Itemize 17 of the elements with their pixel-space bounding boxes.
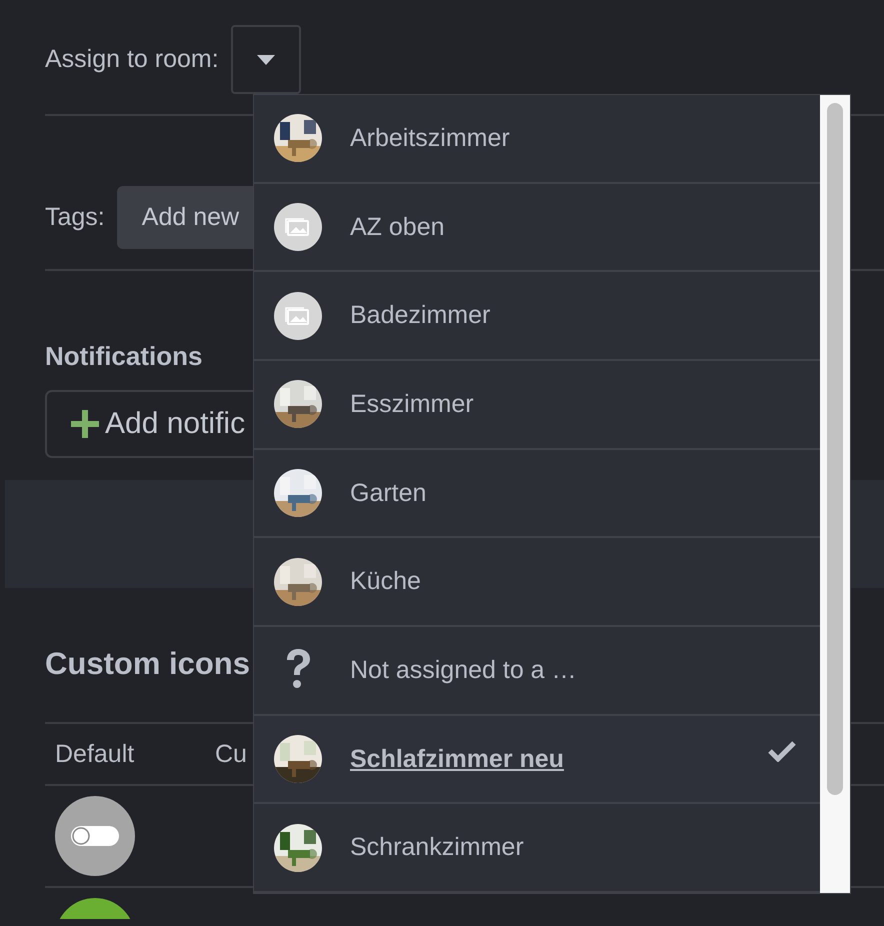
scrollbar[interactable] xyxy=(820,95,850,893)
toggle-icon xyxy=(55,796,135,876)
field-label: Assign to room: xyxy=(45,45,219,74)
check-icon xyxy=(768,740,796,762)
section-title: Custom icons xyxy=(45,646,250,681)
column-header: Cu xyxy=(215,740,247,768)
room-option[interactable]: Garten xyxy=(254,450,820,538)
room-dropdown[interactable] xyxy=(230,25,301,94)
field-label: Tags: xyxy=(45,203,105,232)
image-placeholder-icon xyxy=(274,292,322,340)
scrollbar-thumb[interactable] xyxy=(827,103,843,795)
image-placeholder-icon xyxy=(274,203,322,251)
section-title: Notifications xyxy=(45,341,202,371)
caret-icon xyxy=(256,54,275,64)
room-option[interactable]: AZ oben xyxy=(254,184,820,272)
plus-icon xyxy=(71,410,99,438)
column-header: Default xyxy=(55,740,136,768)
